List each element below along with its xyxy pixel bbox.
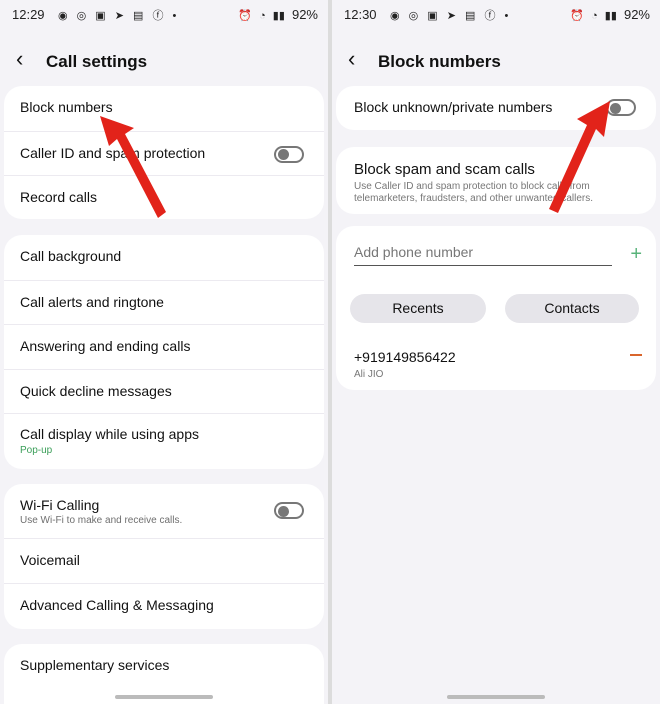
system-icons: ⏰ ◔ ▮▮ 92% bbox=[234, 7, 318, 22]
item-label: Caller ID and spam protection bbox=[20, 144, 206, 161]
page-title: Block numbers bbox=[378, 52, 501, 71]
status-bar: 12:29 ◉ ◎ ▣ ➤ ▤ ⓕ • ⏰ ◔ ▮▮ 92% bbox=[0, 0, 328, 30]
add-phone-number-input[interactable]: Add phone number bbox=[354, 244, 612, 266]
wifi-icon: ◔ bbox=[259, 10, 266, 22]
caller-id-toggle[interactable] bbox=[274, 145, 304, 163]
call-background-item[interactable]: Call background bbox=[4, 235, 324, 280]
item-label: Advanced Calling & Messaging bbox=[20, 596, 214, 613]
toggle-knob bbox=[278, 505, 289, 517]
item-value: Pop-up bbox=[20, 445, 53, 456]
alarm-icon: ⏰ bbox=[238, 10, 253, 22]
battery-level: 92% bbox=[291, 7, 318, 22]
block-numbers-screen: 12:30 ◉ ◎ ▣ ➤ ▤ ⓕ • ⏰ ◔ ▮▮ 92% ‹ Block n… bbox=[332, 0, 660, 704]
call-alerts-item[interactable]: Call alerts and ringtone bbox=[4, 279, 324, 325]
gesture-bar[interactable] bbox=[447, 695, 545, 699]
item-label: Wi-Fi Calling bbox=[20, 497, 100, 513]
item-label: Call display while using apps bbox=[20, 426, 199, 442]
item-label: Block numbers bbox=[20, 99, 113, 115]
contacts-button[interactable]: Contacts bbox=[505, 294, 639, 323]
block-unknown-toggle[interactable] bbox=[606, 99, 636, 116]
quick-decline-item[interactable]: Quick decline messages bbox=[4, 368, 324, 414]
item-label: Record calls bbox=[20, 189, 98, 205]
signal-icon: ▮▮ bbox=[604, 10, 617, 22]
wifi-calling-toggle[interactable] bbox=[274, 502, 304, 519]
notification-icons: ◉ ◎ ▣ ➤ ▤ ⓕ • bbox=[390, 10, 512, 22]
advanced-calling-item[interactable]: Advanced Calling & Messaging bbox=[4, 582, 324, 628]
back-arrow-icon[interactable]: ‹ bbox=[348, 48, 355, 70]
item-label: Supplementary services bbox=[20, 657, 170, 673]
call-display-settings-card: Call background Call alerts and ringtone… bbox=[4, 235, 324, 469]
status-time: 12:30 bbox=[344, 7, 377, 22]
call-display-item[interactable]: Call display while using apps Pop-up bbox=[4, 413, 324, 468]
item-label: Answering and ending calls bbox=[20, 338, 191, 354]
item-label: Voicemail bbox=[20, 552, 80, 568]
page-header: ‹ Block numbers bbox=[332, 44, 660, 78]
caller-id-spam-item[interactable]: Caller ID and spam protection bbox=[4, 130, 324, 176]
item-label: Call alerts and ringtone bbox=[20, 293, 164, 310]
blocked-contact-name: Ali JIO bbox=[354, 369, 384, 380]
status-time: 12:29 bbox=[12, 7, 45, 22]
toggle-knob bbox=[610, 102, 621, 114]
recents-button[interactable]: Recents bbox=[350, 294, 486, 323]
voicemail-item[interactable]: Voicemail bbox=[4, 538, 324, 583]
call-settings-screen: 12:29 ◉ ◎ ▣ ➤ ▤ ⓕ • ⏰ ◔ ▮▮ 92% ‹ Call se… bbox=[0, 0, 328, 704]
spam-scam-card[interactable]: Block spam and scam calls Use Caller ID … bbox=[336, 147, 656, 214]
page-header: ‹ Call settings bbox=[0, 44, 328, 78]
block-unknown-card: Block unknown/private numbers bbox=[336, 86, 656, 130]
notification-icons: ◉ ◎ ▣ ➤ ▤ ⓕ • bbox=[58, 10, 180, 22]
wifi-calling-item[interactable]: Wi-Fi Calling Use Wi-Fi to make and rece… bbox=[4, 484, 324, 538]
item-description: Use Wi-Fi to make and receive calls. bbox=[20, 515, 183, 526]
supplementary-services-item[interactable]: Supplementary services bbox=[4, 644, 324, 689]
add-number-plus-icon[interactable]: + bbox=[630, 243, 642, 266]
item-label: Quick decline messages bbox=[20, 382, 172, 399]
blocked-number: +919149856422 bbox=[354, 349, 456, 365]
wifi-icon: ◔ bbox=[591, 10, 598, 22]
blocked-number-row[interactable]: +919149856422 Ali JIO bbox=[336, 336, 656, 390]
item-label: Block unknown/private numbers bbox=[354, 99, 553, 115]
gesture-bar[interactable] bbox=[115, 695, 213, 699]
blocking-settings-card: Block numbers Caller ID and spam protect… bbox=[4, 86, 324, 219]
battery-level: 92% bbox=[623, 7, 650, 22]
signal-icon: ▮▮ bbox=[272, 10, 285, 22]
system-icons: ⏰ ◔ ▮▮ 92% bbox=[566, 7, 650, 22]
status-bar: 12:30 ◉ ◎ ▣ ➤ ▤ ⓕ • ⏰ ◔ ▮▮ 92% bbox=[332, 0, 660, 30]
record-calls-item[interactable]: Record calls bbox=[4, 175, 324, 220]
remove-number-minus-icon[interactable] bbox=[630, 354, 642, 356]
spam-block-description: Use Caller ID and spam protection to blo… bbox=[354, 181, 594, 204]
toggle-knob bbox=[278, 149, 289, 160]
answering-ending-item[interactable]: Answering and ending calls bbox=[4, 324, 324, 369]
block-unknown-item[interactable]: Block unknown/private numbers bbox=[336, 86, 656, 131]
back-arrow-icon[interactable]: ‹ bbox=[16, 48, 23, 70]
calling-services-card: Wi-Fi Calling Use Wi-Fi to make and rece… bbox=[4, 484, 324, 629]
spam-block-title: Block spam and scam calls bbox=[354, 161, 535, 178]
alarm-icon: ⏰ bbox=[570, 10, 585, 22]
item-label: Call background bbox=[20, 248, 122, 264]
page-title: Call settings bbox=[46, 52, 148, 71]
block-numbers-item[interactable]: Block numbers bbox=[4, 86, 324, 131]
